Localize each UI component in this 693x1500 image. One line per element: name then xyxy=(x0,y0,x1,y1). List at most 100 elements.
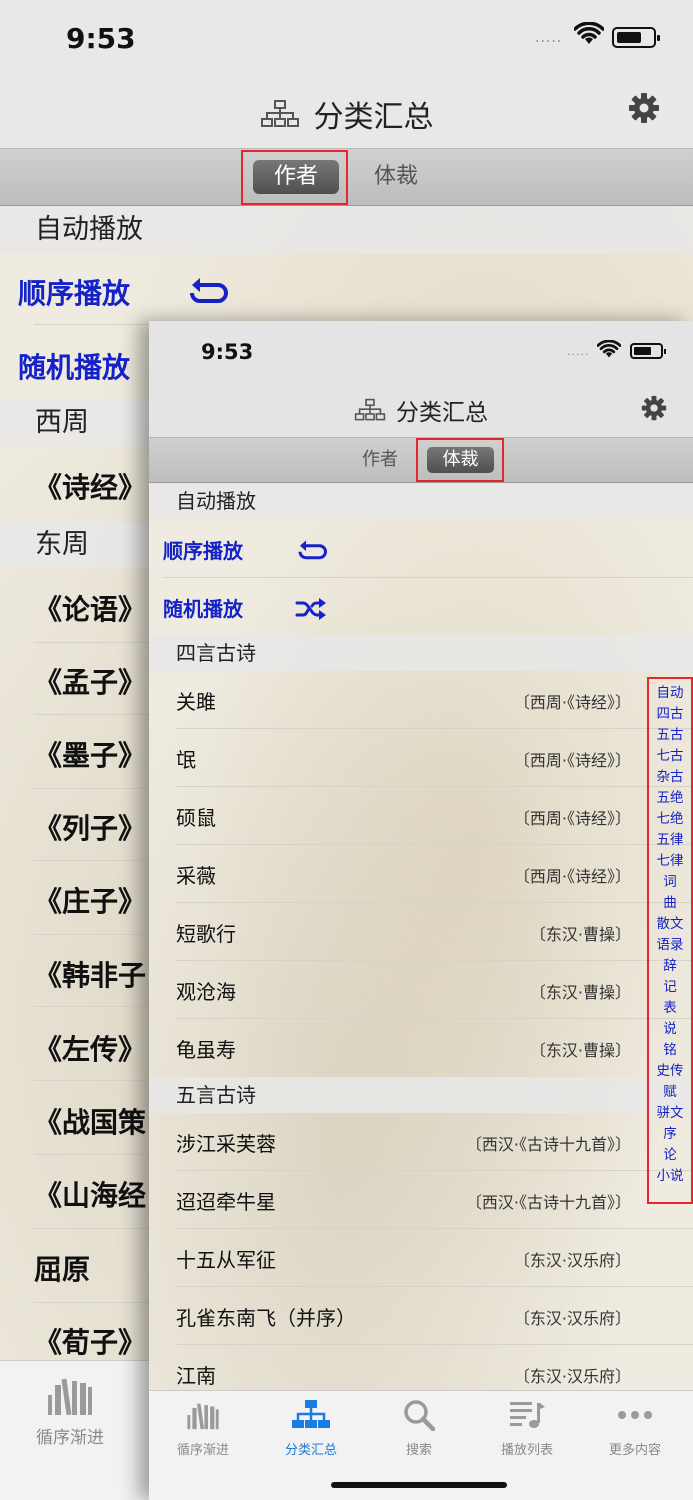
shuffle-icon[interactable] xyxy=(295,597,327,621)
poem-title: 氓 xyxy=(176,748,196,772)
table-row[interactable]: 迢迢牵牛星 〔西汉·《古诗十九首》〕 xyxy=(149,1171,693,1229)
index-entry[interactable]: 杂古 xyxy=(657,767,684,788)
signal-icon: ..... xyxy=(567,345,590,358)
poem-title: 短歌行 xyxy=(176,922,236,946)
segment-author[interactable]: 作者 xyxy=(362,447,398,473)
index-entry[interactable]: 语录 xyxy=(657,935,684,956)
books-icon[interactable] xyxy=(46,1373,94,1417)
status-bar: 9:53 ..... xyxy=(149,321,693,387)
list-item[interactable]: 《韩非子 xyxy=(34,954,146,994)
list-item[interactable]: 《墨子》 xyxy=(34,734,146,774)
hierarchy-icon xyxy=(260,100,299,127)
poem-source: 〔西周·《诗经》〕 xyxy=(513,809,631,828)
table-row[interactable]: 龟虽寿 〔东汉·曹操〕 xyxy=(149,1019,647,1077)
index-entry[interactable]: 五古 xyxy=(657,725,684,746)
poem-source: 〔西周·《诗经》〕 xyxy=(513,867,631,886)
poem-source: 〔西汉·《古诗十九首》〕 xyxy=(465,1193,631,1212)
playlist-icon xyxy=(510,1402,545,1428)
segmented-control: 作者 体裁 xyxy=(149,437,693,483)
tab-label: 播放列表 xyxy=(500,1443,553,1458)
table-row[interactable]: 孔雀东南飞（并序） 〔东汉·汉乐府〕 xyxy=(149,1287,693,1345)
index-entry[interactable]: 五律 xyxy=(657,830,684,851)
index-entry[interactable]: 七古 xyxy=(657,746,684,767)
list-item[interactable]: 《孟子》 xyxy=(34,661,146,701)
table-row[interactable]: 江南 〔东汉·汉乐府〕 xyxy=(149,1345,647,1390)
tab-label: 循序渐进 xyxy=(176,1443,229,1458)
hierarchy-icon xyxy=(354,398,386,421)
segmented-control: 作者 体裁 xyxy=(0,148,693,206)
navigation-bar: 分类汇总 xyxy=(0,80,693,148)
status-bar: 9:53 ..... xyxy=(0,0,693,80)
poem-title: 硕鼠 xyxy=(176,806,216,830)
index-entry[interactable]: 记 xyxy=(663,977,677,998)
list-item[interactable]: 《荀子》 xyxy=(34,1321,146,1360)
index-entry[interactable]: 曲 xyxy=(663,893,677,914)
tab-search[interactable]: 搜索 xyxy=(365,1391,473,1481)
tab-fenlei[interactable]: 分类汇总 xyxy=(257,1391,365,1481)
poem-title: 孔雀东南飞（并序） xyxy=(176,1306,356,1330)
random-play-button[interactable]: 随机播放 xyxy=(163,593,243,622)
page-title: 分类汇总 xyxy=(313,100,434,135)
home-indicator[interactable] xyxy=(331,1482,507,1488)
index-entry[interactable]: 表 xyxy=(663,998,677,1019)
index-entry[interactable]: 小说 xyxy=(657,1166,684,1187)
list-item[interactable]: 《战国策 xyxy=(34,1101,146,1141)
repeat-icon[interactable] xyxy=(295,539,329,563)
poem-title: 涉江采芙蓉 xyxy=(176,1132,276,1156)
list-item[interactable]: 《列子》 xyxy=(34,807,146,847)
index-entry[interactable]: 骈文 xyxy=(657,1103,684,1124)
poem-title: 观沧海 xyxy=(176,980,236,1004)
gear-icon[interactable] xyxy=(641,395,667,421)
poem-title: 江南 xyxy=(176,1364,216,1388)
tab-more[interactable]: 更多内容 xyxy=(581,1391,689,1481)
index-entry[interactable]: 五绝 xyxy=(657,788,684,809)
table-row[interactable]: 短歌行 〔东汉·曹操〕 xyxy=(149,903,693,961)
wifi-icon xyxy=(574,22,604,44)
sequential-play-button[interactable]: 顺序播放 xyxy=(163,535,243,564)
gear-icon[interactable] xyxy=(628,92,660,124)
index-entry[interactable]: 自动 xyxy=(657,683,684,704)
hierarchy-icon xyxy=(292,1400,330,1428)
tab-label[interactable]: 循序渐进 xyxy=(36,1423,104,1448)
tab-bar: 循序渐进 分类汇总 搜索 播放列表 更多内容 xyxy=(149,1390,693,1500)
section-index[interactable]: 自动 四古 五古 七古 杂古 五绝 七绝 五律 七律 词 曲 散文 语录 辞 记… xyxy=(647,677,693,1204)
index-entry[interactable]: 七律 xyxy=(657,851,684,872)
battery-icon xyxy=(612,27,660,48)
index-entry[interactable]: 七绝 xyxy=(657,809,684,830)
section-header-auto-play: 自动播放 xyxy=(149,483,693,519)
list-item[interactable]: 《诗经》 xyxy=(34,466,146,506)
status-time: 9:53 xyxy=(66,22,136,55)
list-item[interactable]: 屈原 xyxy=(34,1248,90,1288)
index-entry[interactable]: 说 xyxy=(663,1019,677,1040)
section-header-auto-play: 自动播放 xyxy=(0,206,693,254)
index-entry[interactable]: 四古 xyxy=(657,704,684,725)
sequential-play-button[interactable]: 顺序播放 xyxy=(18,272,130,312)
table-row[interactable]: 硕鼠 〔西周·《诗经》〕 xyxy=(149,787,693,845)
poem-source: 〔东汉·曹操〕 xyxy=(529,983,631,1002)
list-item[interactable]: 《论语》 xyxy=(34,588,146,628)
index-entry[interactable]: 序 xyxy=(663,1124,677,1145)
table-row[interactable]: 氓 〔西周·《诗经》〕 xyxy=(149,729,693,787)
poem-source: 〔西汉·《古诗十九首》〕 xyxy=(465,1135,631,1154)
index-entry[interactable]: 史传 xyxy=(657,1061,684,1082)
index-entry[interactable]: 辞 xyxy=(663,956,677,977)
table-row[interactable]: 采薇 〔西周·《诗经》〕 xyxy=(149,845,693,903)
index-entry[interactable]: 赋 xyxy=(663,1082,677,1103)
index-entry[interactable]: 铭 xyxy=(663,1040,677,1061)
table-row[interactable]: 关雎 〔西周·《诗经》〕 xyxy=(149,671,693,729)
table-row[interactable]: 十五从军征 〔东汉·汉乐府〕 xyxy=(149,1229,693,1287)
tab-xunxu[interactable]: 循序渐进 xyxy=(149,1391,257,1481)
list-item[interactable]: 《庄子》 xyxy=(34,880,146,920)
index-entry[interactable]: 论 xyxy=(663,1145,677,1166)
repeat-icon[interactable] xyxy=(186,276,230,308)
random-play-button[interactable]: 随机播放 xyxy=(18,346,130,386)
list-item[interactable]: 《山海经 xyxy=(34,1174,146,1214)
list-item[interactable]: 《左传》 xyxy=(34,1028,146,1068)
segment-genre[interactable]: 体裁 xyxy=(374,160,418,194)
table-row[interactable]: 观沧海 〔东汉·曹操〕 xyxy=(149,961,693,1019)
tab-playlist[interactable]: 播放列表 xyxy=(473,1391,581,1481)
page-title: 分类汇总 xyxy=(396,400,488,426)
index-entry[interactable]: 词 xyxy=(663,872,677,893)
index-entry[interactable]: 散文 xyxy=(657,914,684,935)
table-row[interactable]: 涉江采芙蓉 〔西汉·《古诗十九首》〕 xyxy=(149,1113,693,1171)
